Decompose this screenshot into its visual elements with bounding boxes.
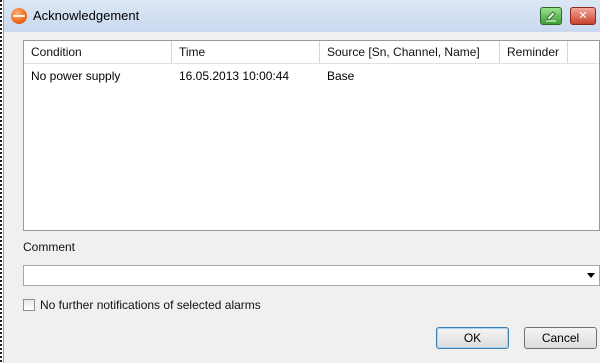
comment-combobox[interactable] — [23, 265, 600, 286]
comment-label: Comment — [23, 240, 76, 254]
pencil-icon — [546, 11, 556, 22]
column-header-source[interactable]: Source [Sn, Channel, Name] — [320, 41, 500, 63]
ok-button[interactable]: OK — [436, 327, 509, 349]
close-button[interactable]: ✕ — [570, 7, 596, 25]
list-header: Condition Time Source [Sn, Channel, Name… — [24, 41, 599, 64]
help-button[interactable] — [540, 7, 562, 25]
close-icon: ✕ — [578, 9, 588, 22]
dialog-body: Condition Time Source [Sn, Channel, Name… — [4, 32, 600, 363]
acknowledgement-dialog: Acknowledgement ✕ Condition Time Source … — [3, 0, 600, 363]
column-header-time[interactable]: Time — [172, 41, 320, 63]
title-bar[interactable]: Acknowledgement ✕ — [4, 0, 600, 32]
alarm-list[interactable]: Condition Time Source [Sn, Channel, Name… — [23, 40, 600, 231]
cancel-button[interactable]: Cancel — [524, 327, 597, 349]
column-header-condition[interactable]: Condition — [24, 41, 172, 63]
no-further-notifications-label[interactable]: No further notifications of selected ala… — [40, 298, 261, 312]
app-logo-icon — [11, 8, 27, 24]
dotted-edge — [0, 0, 2, 363]
cell-source: Base — [327, 69, 355, 83]
column-header-reminder[interactable]: Reminder — [500, 41, 568, 63]
window-title: Acknowledgement — [33, 8, 140, 23]
no-further-notifications-checkbox[interactable] — [23, 299, 35, 311]
cell-time: 16.05.2013 10:00:44 — [179, 69, 290, 83]
table-row[interactable]: No power supply 16.05.2013 10:00:44 Base — [24, 67, 599, 85]
cell-condition: No power supply — [31, 69, 121, 83]
dropdown-arrow-icon[interactable] — [587, 273, 595, 278]
cell-reminder — [500, 67, 568, 85]
